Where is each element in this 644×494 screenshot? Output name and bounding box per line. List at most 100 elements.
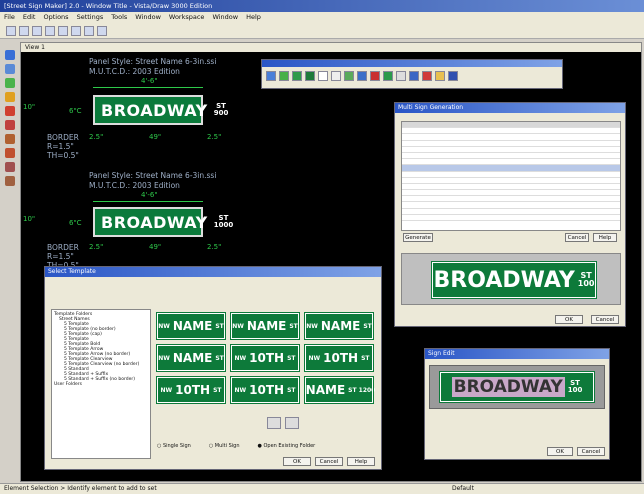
template-tile-main: NAME <box>305 383 346 397</box>
sign2-suffix-block: ST 1000 <box>214 215 233 229</box>
grid-icon[interactable] <box>5 176 15 186</box>
grid-cancel-button[interactable]: Cancel <box>565 233 589 242</box>
sign1-plate[interactable]: BROADWAY ST 900 <box>93 95 228 125</box>
place-icon[interactable] <box>5 78 15 88</box>
move-icon[interactable] <box>5 64 15 74</box>
sign2-plate[interactable]: BROADWAY ST 1000 <box>93 207 233 237</box>
radio-open-existing[interactable]: ● Open Existing Folder <box>258 443 316 449</box>
route-icon[interactable] <box>357 71 367 81</box>
template-tile-suf: ST <box>363 322 372 330</box>
cut-icon[interactable] <box>422 71 432 81</box>
template-tile-suf: ST <box>361 354 370 362</box>
text-icon[interactable] <box>5 92 15 102</box>
menu-edit[interactable]: Edit <box>23 13 36 22</box>
settings-icon[interactable] <box>97 25 107 36</box>
undo-icon[interactable] <box>58 25 68 36</box>
template-tile[interactable]: NW NAME ST <box>230 312 300 340</box>
border-icon[interactable] <box>5 148 15 158</box>
table-row[interactable] <box>402 215 620 221</box>
sign-edit-preview-suffix-block: ST 100 <box>568 380 583 394</box>
template-tile[interactable]: NW NAME ST <box>156 312 226 340</box>
sign1-border: BORDER <box>47 133 79 142</box>
next-arrow-icon[interactable] <box>285 417 299 429</box>
sign1-dim-left: 2.5" <box>89 133 104 141</box>
sign1-panel-style: Panel Style: Street Name 6-3in.ssi <box>89 57 217 66</box>
line-icon[interactable] <box>383 71 393 81</box>
menu-workspace[interactable]: Workspace <box>169 13 205 22</box>
template-tile-suf: ST <box>289 322 298 330</box>
template-tile-grid: NW NAME ST NW NAME ST NW NAME ST NW NAME ST NW 10TH ST… <box>156 312 377 411</box>
multi-sign-title: Multi Sign Generation <box>395 103 625 113</box>
sign-edit-ok-button[interactable]: OK <box>547 447 573 456</box>
status-bar: Element Selection > Identify element to … <box>0 483 644 494</box>
template-ok-button[interactable]: OK <box>283 457 311 466</box>
globe-icon[interactable] <box>448 71 458 81</box>
grid-preview-area: BROADWAY ST 100 <box>401 253 621 305</box>
menu-bar: File Edit Options Settings Tools Window … <box>0 12 644 23</box>
sign1-height-dim: 10" <box>23 103 36 111</box>
template-tile[interactable]: NW 10TH ST <box>230 344 300 372</box>
panel-icon[interactable] <box>292 71 302 81</box>
template-tile[interactable]: NAME ST 1200 <box>304 376 375 404</box>
measure-icon[interactable] <box>5 120 15 130</box>
grid-help-button[interactable]: Help <box>593 233 617 242</box>
template-help-button[interactable]: Help <box>347 457 375 466</box>
pointer-icon[interactable] <box>266 71 276 81</box>
menu-options[interactable]: Options <box>43 13 68 22</box>
tool-palette-buttons <box>262 67 562 85</box>
grid-preview-number: 100 <box>577 279 595 288</box>
template-cancel-button[interactable]: Cancel <box>315 457 343 466</box>
template-tile-suf: ST <box>287 386 296 394</box>
multi-sign-grid[interactable] <box>401 121 621 231</box>
save-icon[interactable] <box>32 25 42 36</box>
new-icon[interactable] <box>6 25 16 36</box>
menu-tools[interactable]: Tools <box>111 13 127 22</box>
layout-icon[interactable] <box>409 71 419 81</box>
sign-edit-preview-name: BROADWAY <box>451 377 565 397</box>
sign2-radius: R=1.5" <box>47 252 74 261</box>
prev-arrow-icon[interactable] <box>267 417 281 429</box>
tree-item[interactable]: User Folders <box>54 382 148 387</box>
template-tree[interactable]: Template Folders Street Names 5 Template… <box>51 309 151 459</box>
delete-icon[interactable] <box>5 106 15 116</box>
sign2-height-dim: 10" <box>23 215 36 223</box>
grid-ok-button[interactable]: OK <box>555 315 583 324</box>
menu-settings[interactable]: Settings <box>77 13 104 22</box>
sign-edit-cancel-button[interactable]: Cancel <box>577 447 605 456</box>
template-tile[interactable]: NW NAME ST <box>156 344 226 372</box>
sign-icon[interactable] <box>279 71 289 81</box>
radio-single-sign[interactable]: ○ Single Sign <box>157 443 191 449</box>
template-tile[interactable]: NW 10TH ST <box>230 376 300 404</box>
template-tile-pre: NW <box>160 386 173 394</box>
shield-icon[interactable] <box>305 71 315 81</box>
radio-multi-sign[interactable]: ○ Multi Sign <box>209 443 240 449</box>
template-tile[interactable]: NW 10TH ST <box>304 344 374 372</box>
stop-icon[interactable] <box>370 71 380 81</box>
menu-window[interactable]: Window <box>135 13 161 22</box>
template-tile[interactable]: NW 10TH ST <box>156 376 226 404</box>
print-icon[interactable] <box>45 25 55 36</box>
template-tile[interactable]: NW NAME ST <box>304 312 374 340</box>
grid-close-button[interactable]: Cancel <box>591 315 619 324</box>
select-icon[interactable] <box>5 50 15 60</box>
dimension-icon[interactable] <box>5 134 15 144</box>
open-icon[interactable] <box>19 25 29 36</box>
arrow-icon[interactable] <box>344 71 354 81</box>
text-size-icon[interactable] <box>331 71 341 81</box>
sign1-suffix-block: ST 900 <box>214 103 229 117</box>
template-tile-pre: NW <box>158 354 170 362</box>
menu-file[interactable]: File <box>4 13 15 22</box>
frame-icon[interactable] <box>396 71 406 81</box>
text-a-icon[interactable] <box>318 71 328 81</box>
edit-icon[interactable] <box>435 71 445 81</box>
grid-generate-button[interactable]: Generate <box>403 233 433 242</box>
align-icon[interactable] <box>5 162 15 172</box>
menu-help[interactable]: Help <box>246 13 261 22</box>
sign2-dim-left: 2.5" <box>89 243 104 251</box>
menu-window2[interactable]: Window <box>212 13 238 22</box>
sign1-number: 900 <box>213 109 229 117</box>
redo-icon[interactable] <box>71 25 81 36</box>
sign2-width-line <box>93 201 203 202</box>
sign1-radius: R=1.5" <box>47 142 74 151</box>
help-icon[interactable] <box>84 25 94 36</box>
